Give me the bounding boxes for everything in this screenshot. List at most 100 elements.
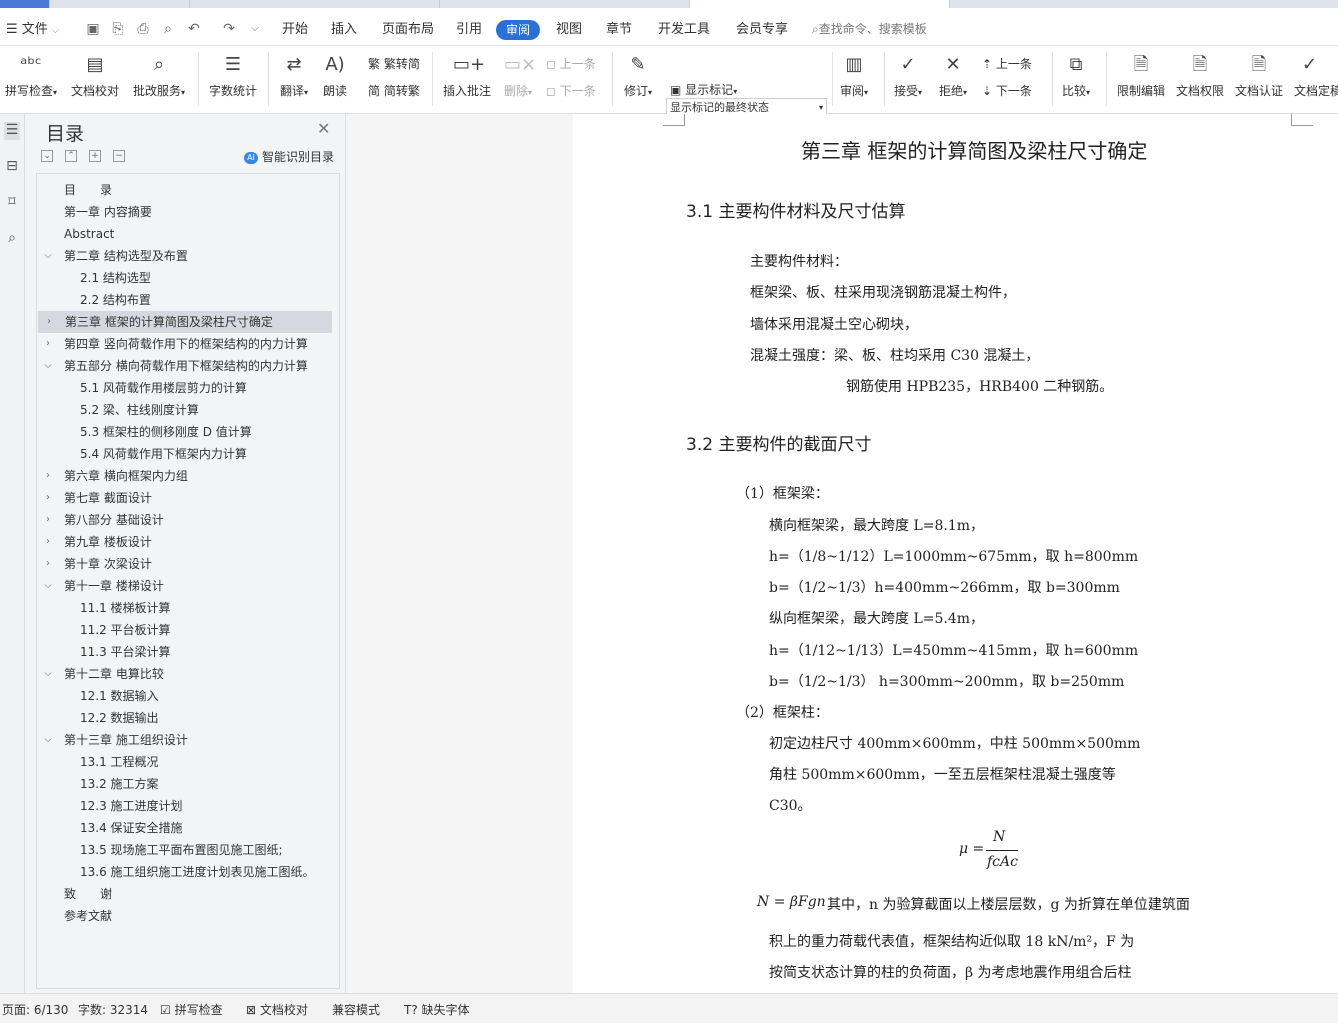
track-changes-icon: ✎ — [630, 54, 646, 75]
chevron-right-icon[interactable]: › — [42, 509, 54, 531]
page-indicator[interactable]: 页面: 6/130 — [2, 1001, 68, 1018]
insert-comment-button[interactable]: ▭+ 插入批注 — [441, 52, 493, 99]
bookmark-icon[interactable]: ⌑ — [4, 194, 20, 212]
chevron-right-icon[interactable]: › — [42, 465, 54, 487]
word-count-button[interactable]: ☰ 字数统计 — [207, 52, 259, 99]
toc-item-label: 5.1 风荷载作用楼层剪力的计算 — [80, 381, 247, 395]
tab-review[interactable]: 审阅 — [496, 20, 540, 40]
next-change-button[interactable]: ⇣ 下一条 — [982, 82, 1032, 99]
tab-member[interactable]: 会员专享 — [736, 18, 788, 37]
read-aloud-button[interactable]: A) 朗读 — [320, 52, 350, 99]
search-icon[interactable]: ⌕ — [4, 230, 20, 248]
tab-insert[interactable]: 插入 — [331, 18, 357, 37]
toc-item-label: 第十三章 施工组织设计 — [64, 733, 188, 747]
doc-permission-button[interactable]: 🗎 文档权限 — [1174, 52, 1226, 99]
document-tab[interactable] — [440, 0, 690, 8]
redo-icon[interactable]: ↷ — [220, 20, 238, 38]
trad-to-simp-label: 繁转简 — [383, 57, 420, 71]
ribbon-separator — [432, 52, 433, 106]
chevron-down-icon[interactable]: ⌵ — [42, 355, 54, 377]
side-icon-rail: ☰ ⊟ ⌑ ⌕ — [0, 114, 25, 993]
chevron-down-icon[interactable]: ⌵ — [42, 245, 54, 267]
document-tab[interactable] — [190, 0, 440, 8]
tab-developer[interactable]: 开发工具 — [658, 18, 710, 37]
file-menu[interactable]: ☰ 文件 ⌵ — [6, 18, 59, 37]
remove-heading-icon[interactable]: − — [113, 149, 125, 162]
collapse-all-icon[interactable]: ⌄ — [41, 149, 53, 162]
missing-font-indicator[interactable]: T? 缺失字体 — [404, 1001, 470, 1018]
add-heading-icon[interactable]: + — [89, 149, 101, 162]
checkbox-icon: ☑ — [160, 1003, 171, 1017]
close-icon[interactable]: ✕ — [317, 119, 330, 138]
reject-button[interactable]: ✕ 拒绝▾ — [935, 52, 971, 99]
doc-finalize-label: 文档定稿 — [1294, 84, 1338, 98]
toc-item-label: 13.1 工程概况 — [80, 755, 159, 769]
smart-toc-button[interactable]: AI 智能识别目录 — [244, 148, 334, 165]
show-markup-button[interactable]: ▣ 显示标记▾ — [670, 81, 737, 98]
toc-item-label: 2.1 结构选型 — [80, 271, 151, 285]
document-page[interactable]: 第三章 框架的计算简图及梁柱尺寸确定 3.1 主要构件材料及尺寸估算 主要构件材… — [573, 114, 1338, 993]
expand-up-icon[interactable]: ⌃ — [65, 149, 77, 162]
next-comment-button[interactable]: ◻ 下一条 — [546, 82, 596, 99]
spell-check-button[interactable]: ᵃᵇᶜ 拼写检查▾ — [2, 52, 60, 99]
home-tab[interactable] — [0, 0, 50, 8]
print-icon[interactable]: ⎙ — [134, 20, 152, 38]
toc-item-label: Abstract — [64, 227, 115, 241]
chevron-right-icon[interactable]: › — [42, 333, 54, 355]
next-change-label: 下一条 — [995, 84, 1032, 98]
tab-chapter[interactable]: 章节 — [606, 18, 632, 37]
trad-to-simp-button[interactable]: 繁 繁转简 — [368, 55, 420, 72]
trad-simp-icon: 繁 — [368, 57, 381, 71]
undo-icon[interactable]: ↶ — [185, 20, 203, 38]
toc-item-label: 2.2 结构布置 — [80, 293, 151, 307]
prev-change-button[interactable]: ⇡ 上一条 — [982, 55, 1032, 72]
annotation-service-label: 批改服务 — [132, 84, 181, 98]
paragraph: h=（1/8~1/12）L=1000mm~675mm，取 h=800mm — [769, 549, 1139, 565]
simp-to-trad-button[interactable]: 简 简转繁 — [368, 82, 420, 99]
chevron-down-icon[interactable]: ⌵ — [42, 663, 54, 685]
prev-comment-icon: ◻ — [546, 57, 556, 71]
status-spell-check[interactable]: ☑ 拼写检查 — [160, 1001, 223, 1018]
review-pane-button[interactable]: ▥ 审阅▾ — [836, 52, 872, 99]
tab-start[interactable]: 开始 — [282, 18, 308, 37]
annotation-service-button[interactable]: ⌕ 批改服务▾ — [129, 52, 189, 99]
chevron-right-icon[interactable]: › — [43, 311, 55, 333]
ribbon-separator — [198, 52, 199, 106]
tab-view[interactable]: 视图 — [556, 18, 582, 37]
prev-comment-label: 上一条 — [559, 57, 596, 71]
doc-certify-button[interactable]: 🗎 文档认证 — [1232, 52, 1286, 99]
toc-item-label: 11.2 平台板计算 — [80, 623, 171, 637]
chevron-down-icon[interactable]: ⌵ — [42, 729, 54, 751]
tab-references[interactable]: 引用 — [456, 18, 482, 37]
chevron-down-icon[interactable]: ⌵ — [42, 575, 54, 597]
restrict-editing-button[interactable]: 🗎 限制编辑 — [1114, 52, 1168, 99]
chevron-right-icon[interactable]: › — [42, 553, 54, 575]
doc-proofread-button[interactable]: ▤ 文档校对 — [70, 52, 120, 99]
doc-finalize-button[interactable]: ✓ 文档定稿 — [1294, 52, 1338, 99]
chapter-nav-icon[interactable]: ⊟ — [4, 158, 20, 176]
compare-button[interactable]: ⧉ 比较▾ — [1058, 52, 1094, 99]
chevron-right-icon[interactable]: › — [42, 531, 54, 553]
document-tab[interactable] — [60, 0, 190, 8]
toc-item[interactable]: › 第三章 框架的计算简图及梁柱尺寸确定 — [38, 311, 332, 333]
toc-panel-icon[interactable]: ☰ — [4, 122, 20, 140]
translate-button[interactable]: ⇄ 翻译▾ — [276, 52, 312, 99]
command-search[interactable]: ⌕查找命令、搜索模板 — [812, 20, 927, 37]
accept-button[interactable]: ✓ 接受▾ — [890, 52, 926, 99]
status-doc-proofread[interactable]: ⊠ 文档校对 — [246, 1001, 308, 1018]
toc-item-label: 第三章 框架的计算简图及梁柱尺寸确定 — [65, 315, 273, 329]
print-preview-icon[interactable]: ⌕ — [159, 20, 177, 38]
chevron-right-icon[interactable]: › — [42, 487, 54, 509]
status-proof-label: 文档校对 — [259, 1003, 308, 1017]
word-count-indicator[interactable]: 字数: 32314 — [78, 1001, 148, 1018]
track-changes-button[interactable]: ✎ 修订▾ — [619, 52, 657, 99]
review-pane-icon: ▥ — [845, 54, 863, 75]
doc-proofread-label: 文档校对 — [70, 84, 119, 98]
save-icon[interactable]: ▣ — [84, 20, 102, 38]
more-chevron-icon[interactable]: ⌵ — [246, 20, 264, 38]
delete-comment-button[interactable]: ▭× 删除▾ — [499, 52, 537, 99]
tab-page-layout[interactable]: 页面布局 — [382, 18, 434, 37]
document-tab-active[interactable] — [690, 0, 950, 8]
prev-comment-button[interactable]: ◻ 上一条 — [546, 55, 596, 72]
export-pdf-icon[interactable]: ⎘ — [109, 20, 127, 38]
